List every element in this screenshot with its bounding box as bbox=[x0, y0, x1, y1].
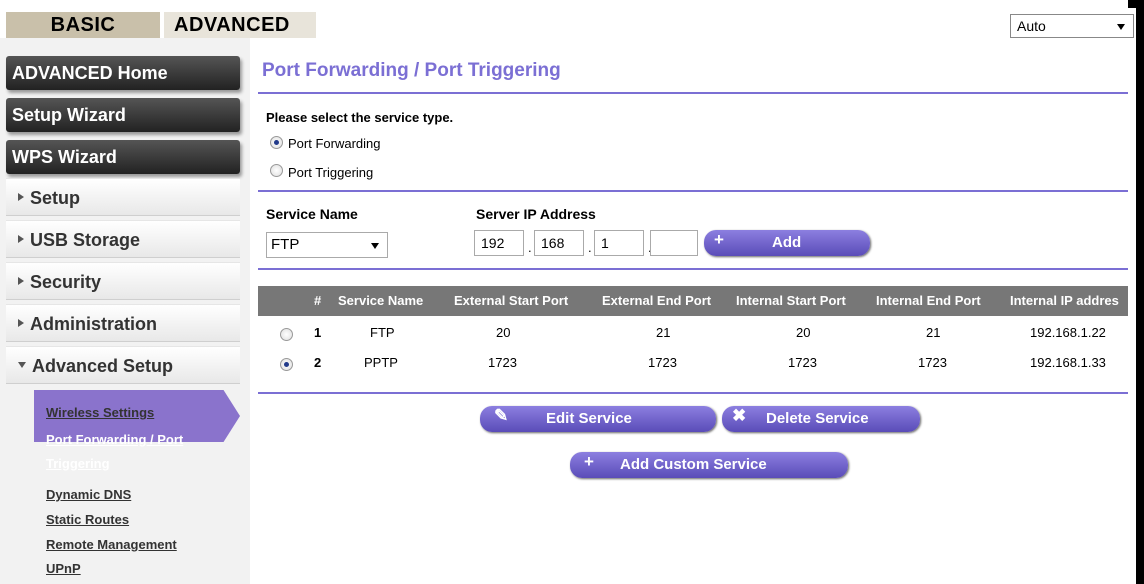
table-cell-ext-end: 1723 bbox=[648, 355, 677, 370]
edit-service-label: Edit Service bbox=[546, 410, 632, 427]
divider bbox=[258, 190, 1128, 192]
ip-octet-3-input[interactable]: 1 bbox=[594, 230, 644, 256]
radio-port-triggering[interactable] bbox=[270, 164, 283, 177]
radio-port-forwarding-label: Port Forwarding bbox=[288, 136, 381, 151]
x-icon: ✖ bbox=[732, 406, 747, 425]
table-cell-ext-start: 20 bbox=[496, 325, 511, 340]
service-name-value: FTP bbox=[271, 236, 300, 253]
table-cell-ip: 192.168.1.33 bbox=[1030, 355, 1106, 370]
column-header-external-end: External End Port bbox=[602, 293, 712, 308]
add-custom-service-button[interactable]: + Add Custom Service bbox=[570, 452, 848, 478]
language-select-value: Auto bbox=[1017, 18, 1046, 34]
server-ip-label: Server IP Address bbox=[476, 206, 596, 222]
triangle-right-icon bbox=[18, 235, 24, 244]
sidebar-item-label: Security bbox=[30, 272, 102, 292]
chevron-down-icon bbox=[1117, 24, 1125, 30]
radio-port-triggering-label: Port Triggering bbox=[288, 165, 374, 180]
sidebar-link-port-forwarding[interactable]: Port Forwarding / Port bbox=[46, 432, 183, 447]
sidebar-item-label: Administration bbox=[30, 314, 158, 334]
triangle-down-icon bbox=[18, 362, 26, 369]
sidebar-item-label: Setup bbox=[30, 188, 81, 208]
top-bar: BASIC ADVANCED Auto bbox=[0, 0, 1134, 38]
ip-dot: . bbox=[528, 240, 532, 255]
sidebar-item-label: USB Storage bbox=[30, 230, 141, 250]
ip-octet-2-input[interactable]: 168 bbox=[534, 230, 584, 256]
chevron-down-icon bbox=[371, 243, 379, 249]
sidebar-item-security[interactable]: Security bbox=[6, 262, 240, 300]
pencil-icon: ✎ bbox=[494, 406, 509, 425]
table-cell-ext-start: 1723 bbox=[488, 355, 517, 370]
language-select[interactable]: Auto bbox=[1010, 14, 1134, 38]
table-cell-ip: 192.168.1.22 bbox=[1030, 325, 1106, 340]
table-cell-service: PPTP bbox=[364, 355, 398, 370]
sidebar-item-administration[interactable]: Administration bbox=[6, 304, 240, 342]
page-title: Port Forwarding / Port Triggering bbox=[262, 60, 561, 81]
tab-basic[interactable]: BASIC bbox=[6, 12, 160, 38]
sidebar-link-port-forwarding-cont[interactable]: Triggering bbox=[46, 456, 110, 471]
radio-port-forwarding[interactable] bbox=[270, 136, 283, 149]
ip-octet-1-input[interactable]: 192 bbox=[474, 230, 524, 256]
plus-icon: + bbox=[584, 452, 594, 471]
column-header-external-start: External Start Port bbox=[454, 293, 569, 308]
table-cell-service: FTP bbox=[370, 325, 395, 340]
sidebar-item-label: Advanced Setup bbox=[32, 356, 174, 376]
table-cell-int-end: 21 bbox=[926, 325, 941, 340]
sidebar-link-dynamic-dns[interactable]: Dynamic DNS bbox=[46, 487, 131, 502]
sidebar-link-static-routes[interactable]: Static Routes bbox=[46, 512, 129, 527]
table-cell-int-end: 1723 bbox=[918, 355, 947, 370]
table-cell-ext-end: 21 bbox=[656, 325, 671, 340]
sidebar-link-wireless-settings[interactable]: Wireless Settings bbox=[46, 405, 154, 420]
column-header-internal-start: Internal Start Port bbox=[736, 293, 846, 308]
column-header-num: # bbox=[314, 293, 322, 308]
sidebar-item-setup[interactable]: Setup bbox=[6, 178, 240, 216]
add-button[interactable]: + Add bbox=[704, 230, 870, 256]
add-button-label: Add bbox=[772, 234, 802, 251]
table-cell-int-start: 1723 bbox=[788, 355, 817, 370]
delete-service-button[interactable]: ✖ Delete Service bbox=[722, 406, 920, 432]
divider bbox=[258, 268, 1128, 270]
service-name-select[interactable]: FTP bbox=[266, 232, 388, 258]
table-cell-num: 2 bbox=[314, 355, 322, 370]
sidebar-link-remote-management[interactable]: Remote Management bbox=[46, 537, 177, 552]
triangle-right-icon bbox=[18, 319, 24, 328]
divider bbox=[258, 92, 1128, 94]
row-select-radio[interactable] bbox=[280, 328, 293, 341]
add-custom-service-label: Add Custom Service bbox=[620, 456, 767, 473]
service-type-prompt: Please select the service type. bbox=[266, 110, 454, 125]
triangle-right-icon bbox=[18, 277, 24, 286]
service-name-label: Service Name bbox=[266, 206, 358, 222]
sidebar-item-advanced-setup[interactable]: Advanced Setup bbox=[6, 346, 240, 384]
column-header-internal-ip: Internal IP addres bbox=[1010, 293, 1119, 308]
divider bbox=[258, 392, 1128, 394]
column-header-service-name: Service Name bbox=[338, 293, 424, 308]
sidebar-item-usb-storage[interactable]: USB Storage bbox=[6, 220, 240, 258]
sidebar-wps-wizard[interactable]: WPS Wizard bbox=[6, 140, 240, 174]
ip-dot: . bbox=[588, 240, 592, 255]
table-cell-num: 1 bbox=[314, 325, 322, 340]
plus-icon: + bbox=[714, 230, 724, 249]
row-select-radio[interactable] bbox=[280, 358, 293, 371]
ip-octet-4-input[interactable] bbox=[650, 230, 698, 256]
sidebar-setup-wizard[interactable]: Setup Wizard bbox=[6, 98, 240, 132]
delete-service-label: Delete Service bbox=[766, 410, 869, 427]
sidebar-link-upnp[interactable]: UPnP bbox=[46, 561, 81, 576]
triangle-right-icon bbox=[18, 193, 24, 202]
column-header-internal-end: Internal End Port bbox=[876, 293, 981, 308]
tab-advanced[interactable]: ADVANCED bbox=[164, 12, 316, 38]
edit-service-button[interactable]: ✎ Edit Service bbox=[480, 406, 716, 432]
sidebar: ADVANCED Home Setup Wizard WPS Wizard Se… bbox=[0, 38, 250, 584]
main-content: Port Forwarding / Port Triggering Please… bbox=[258, 54, 1128, 584]
sidebar-advanced-home[interactable]: ADVANCED Home bbox=[6, 56, 240, 90]
table-cell-int-start: 20 bbox=[796, 325, 811, 340]
